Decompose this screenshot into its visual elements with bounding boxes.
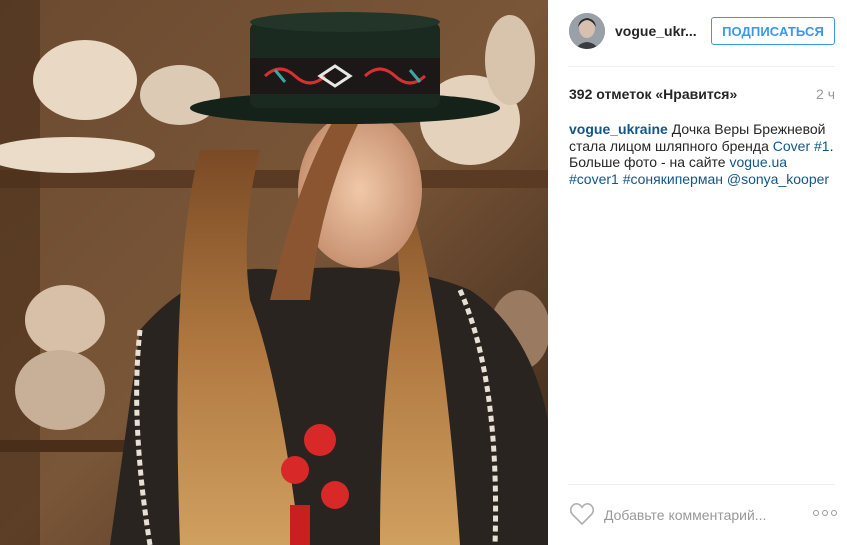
post-caption: vogue_ukraine Дочка Веры Брежневой стала… (569, 121, 839, 187)
dot-icon (813, 510, 819, 516)
caption-hashtag-sonya[interactable]: #сонякиперман (623, 171, 723, 187)
dot-icon (831, 510, 837, 516)
likes-count[interactable]: 392 отметок «Нравится» (569, 86, 737, 102)
caption-site-link[interactable]: vogue.ua (729, 154, 787, 170)
footer-divider (568, 484, 835, 485)
photo-illustration (0, 0, 548, 545)
post-header: vogue_ukr... ПОДПИСАТЬСЯ (548, 0, 847, 66)
caption-hashtag-cover1[interactable]: #cover1 (569, 171, 619, 187)
post-username[interactable]: vogue_ukr... (615, 23, 700, 39)
ellipsis-icon[interactable] (813, 508, 837, 518)
dot-icon (822, 510, 828, 516)
caption-username[interactable]: vogue_ukraine (569, 121, 668, 137)
avatar[interactable] (569, 13, 605, 49)
post-details-panel: vogue_ukr... ПОДПИСАТЬСЯ 392 отметок «Нр… (548, 0, 847, 545)
heart-outline-icon[interactable] (569, 502, 595, 526)
follow-button[interactable]: ПОДПИСАТЬСЯ (711, 17, 835, 45)
post-time[interactable]: 2 ч (816, 86, 835, 102)
post-photo[interactable] (0, 0, 548, 545)
caption-link-cover[interactable]: Cover (773, 138, 810, 154)
likes-row: 392 отметок «Нравится» 2 ч (569, 86, 835, 104)
caption-hashtag-1[interactable]: #1 (814, 138, 830, 154)
caption-mention[interactable]: @sonya_kooper (727, 171, 829, 187)
comment-input[interactable] (604, 505, 804, 525)
header-divider (568, 66, 835, 67)
